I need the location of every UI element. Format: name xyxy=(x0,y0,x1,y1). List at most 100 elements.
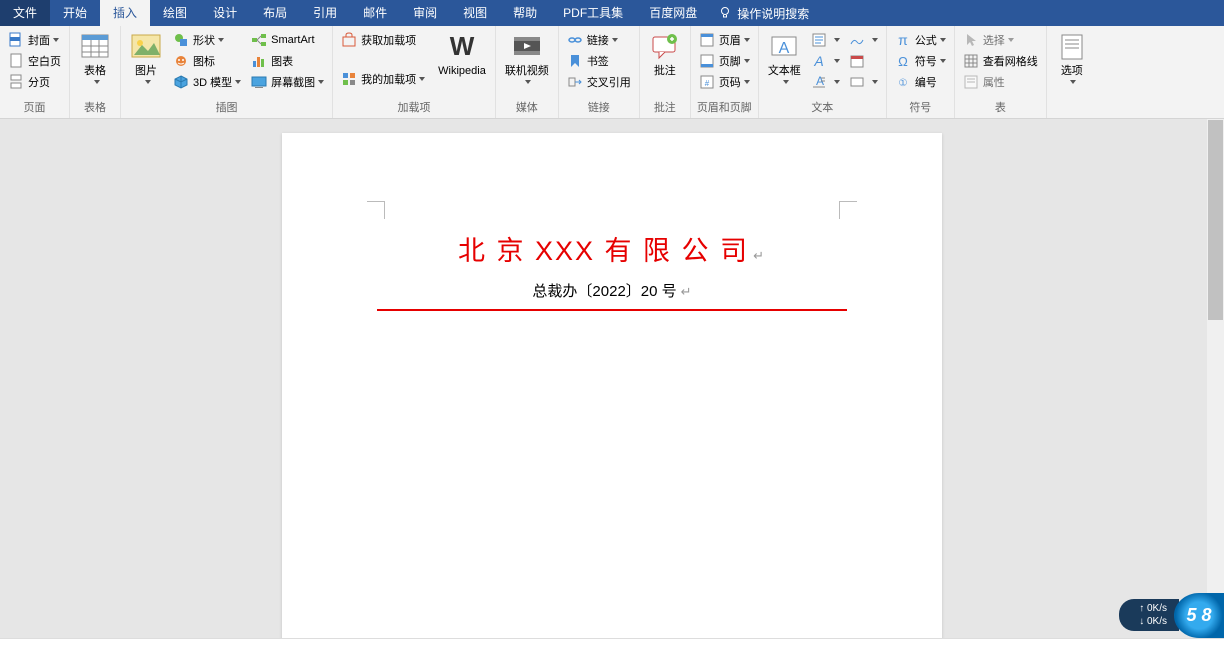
tab-mail[interactable]: 邮件 xyxy=(350,0,400,26)
comment-icon xyxy=(649,31,681,63)
svg-text:A: A xyxy=(813,53,823,69)
tab-references[interactable]: 引用 xyxy=(300,0,350,26)
group-headerfooter-label: 页眉和页脚 xyxy=(691,97,758,118)
svg-text:π: π xyxy=(898,32,908,48)
group-tables-label: 表格 xyxy=(70,97,120,118)
footer-button[interactable]: 页脚 xyxy=(696,50,753,71)
pi-icon: π xyxy=(895,32,911,48)
datetime-button[interactable] xyxy=(846,50,881,71)
tab-design[interactable]: 设计 xyxy=(200,0,250,26)
omega-icon: Ω xyxy=(895,53,911,69)
icons-button[interactable]: 图标 xyxy=(170,50,244,71)
page-break-icon xyxy=(8,74,24,90)
3d-models-button[interactable]: 3D 模型 xyxy=(170,71,244,92)
group-addins: 获取加载项 我的加载项 W Wikipedia 加载项 xyxy=(333,26,496,118)
wikipedia-button[interactable]: W Wikipedia xyxy=(434,29,490,80)
pagenum-button[interactable]: #页码 xyxy=(696,71,753,92)
menu-bar: 文件 开始 插入 绘图 设计 布局 引用 邮件 审阅 视图 帮助 PDF工具集 … xyxy=(0,0,1224,26)
group-illustrations-label: 插图 xyxy=(121,97,332,118)
table-button[interactable]: 表格 xyxy=(75,29,115,86)
smartart-button[interactable]: SmartArt xyxy=(248,29,327,50)
floating-badge[interactable]: 5 8 xyxy=(1174,593,1224,638)
tab-insert[interactable]: 插入 xyxy=(100,0,150,26)
tab-baidu[interactable]: 百度网盘 xyxy=(636,0,710,26)
options-sheet-icon xyxy=(1056,31,1088,63)
options-button[interactable]: 选项 xyxy=(1052,29,1092,86)
bookmark-button[interactable]: 书签 xyxy=(564,50,634,71)
document-subtitle[interactable]: 总裁办〔2022〕20 号↵ xyxy=(282,280,942,301)
vertical-scrollbar[interactable] xyxy=(1207,119,1224,638)
lightbulb-icon xyxy=(718,6,732,20)
download-speed: ↓ 0K/s xyxy=(1139,615,1167,628)
page-break-button[interactable]: 分页 xyxy=(5,71,64,92)
tab-file[interactable]: 文件 xyxy=(0,0,50,26)
tab-layout[interactable]: 布局 xyxy=(250,0,300,26)
dropcap-icon: A xyxy=(811,74,827,90)
tell-me-search[interactable]: 操作说明搜索 xyxy=(718,5,809,22)
document-area[interactable]: 北 京 XXX 有 限 公 司↵ 总裁办〔2022〕20 号↵ xyxy=(0,119,1224,638)
network-speed-widget[interactable]: ↑ 0K/s ↓ 0K/s xyxy=(1119,599,1179,631)
svg-text:Ω: Ω xyxy=(898,54,908,69)
cross-ref-button[interactable]: 交叉引用 xyxy=(564,71,634,92)
header-icon xyxy=(699,32,715,48)
shapes-button[interactable]: 形状 xyxy=(170,29,244,50)
group-symbols-label: 符号 xyxy=(887,97,954,118)
my-addins-button[interactable]: 我的加载项 xyxy=(338,68,428,89)
gridlines-button[interactable]: 查看网格线 xyxy=(960,50,1041,71)
symbol-button[interactable]: Ω符号 xyxy=(892,50,949,71)
properties-button: 属性 xyxy=(960,71,1041,92)
header-button[interactable]: 页眉 xyxy=(696,29,753,50)
picture-icon xyxy=(130,31,162,63)
group-pages: 封面 空白页 分页 页面 xyxy=(0,26,70,118)
ribbon: 封面 空白页 分页 页面 表格 表格 图片 形状 图标 3D 模型 xyxy=(0,26,1224,119)
dropcap-button[interactable]: A xyxy=(808,71,843,92)
chart-icon xyxy=(251,53,267,69)
datetime-icon xyxy=(849,53,865,69)
signature-icon xyxy=(849,32,865,48)
tab-pdf[interactable]: PDF工具集 xyxy=(550,0,636,26)
parts-icon xyxy=(811,32,827,48)
svg-text:①: ① xyxy=(898,78,907,89)
wordart-button[interactable]: A xyxy=(808,50,843,71)
object-button[interactable] xyxy=(846,71,881,92)
tab-review[interactable]: 审阅 xyxy=(400,0,450,26)
screenshot-button[interactable]: 屏幕截图 xyxy=(248,71,327,92)
smartart-icon xyxy=(251,32,267,48)
svg-text:A: A xyxy=(779,40,790,57)
tab-home[interactable]: 开始 xyxy=(50,0,100,26)
link-icon xyxy=(567,32,583,48)
group-text-label: 文本 xyxy=(759,97,886,118)
group-comments-label: 批注 xyxy=(640,97,690,118)
properties-icon xyxy=(963,74,979,90)
number-button[interactable]: ①编号 xyxy=(892,71,949,92)
signature-button[interactable] xyxy=(846,29,881,50)
cover-page-button[interactable]: 封面 xyxy=(5,29,64,50)
cube-icon xyxy=(173,74,189,90)
quick-parts-button[interactable] xyxy=(808,29,843,50)
chart-button[interactable]: 图表 xyxy=(248,50,327,71)
document-page[interactable]: 北 京 XXX 有 限 公 司↵ 总裁办〔2022〕20 号↵ xyxy=(282,133,942,638)
document-redline xyxy=(377,309,847,311)
tab-view[interactable]: 视图 xyxy=(450,0,500,26)
screenshot-icon xyxy=(251,74,267,90)
document-title[interactable]: 北 京 XXX 有 限 公 司↵ xyxy=(282,229,942,268)
cover-page-icon xyxy=(8,32,24,48)
tab-draw[interactable]: 绘图 xyxy=(150,0,200,26)
scrollbar-thumb[interactable] xyxy=(1208,120,1223,320)
select-button: 选择 xyxy=(960,29,1041,50)
pictures-button[interactable]: 图片 xyxy=(126,29,166,86)
store-icon xyxy=(341,32,357,48)
pagenum-icon: # xyxy=(699,74,715,90)
equation-button[interactable]: π公式 xyxy=(892,29,949,50)
textbox-button[interactable]: A 文本框 xyxy=(764,29,805,86)
comment-button[interactable]: 批注 xyxy=(645,29,685,80)
status-bar xyxy=(0,638,1224,646)
tab-help[interactable]: 帮助 xyxy=(500,0,550,26)
get-addins-button[interactable]: 获取加载项 xyxy=(338,29,428,50)
shapes-icon xyxy=(173,32,189,48)
online-video-button[interactable]: 联机视频 xyxy=(501,29,553,86)
table-icon xyxy=(79,31,111,63)
margin-corner-tr xyxy=(839,201,857,219)
link-button[interactable]: 链接 xyxy=(564,29,634,50)
blank-page-button[interactable]: 空白页 xyxy=(5,50,64,71)
